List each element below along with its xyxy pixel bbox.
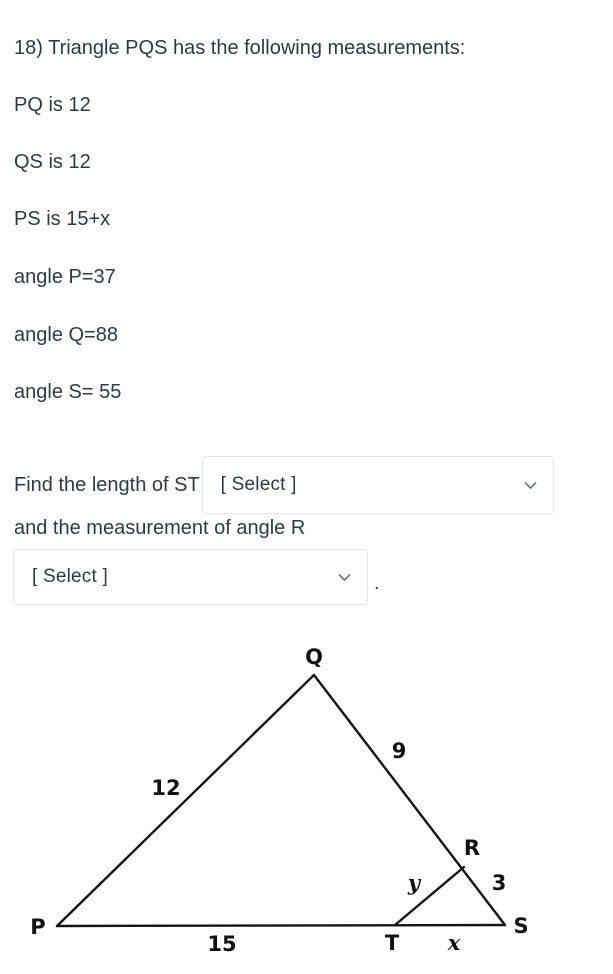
edge-ps	[55, 923, 507, 928]
select-st-dropdown[interactable]: [ Select ]	[201, 456, 554, 514]
select-angle-r-value: [ Select ]	[32, 566, 108, 587]
segment-label-12: 12	[151, 776, 180, 800]
figure-segment-labels: 12 9 3 15 y x	[151, 739, 506, 956]
question-line-1: 18) Triangle PQS has the following measu…	[14, 37, 466, 59]
chevron-down-icon	[336, 569, 353, 586]
segment-label-3: 3	[492, 871, 507, 895]
prompt-st-label: Find the length of ST	[14, 474, 200, 496]
select-angle-r-dropdown[interactable]: [ Select ]	[13, 549, 368, 605]
segment-label-y: y	[407, 870, 422, 895]
vertex-label-p: P	[30, 915, 45, 939]
vertex-label-t: T	[385, 931, 400, 955]
question-line-angle-q: angle Q=88	[14, 324, 118, 346]
vertex-label-r: R	[464, 836, 480, 860]
segment-label-9: 9	[392, 739, 407, 763]
segment-label-x: x	[447, 930, 461, 955]
chevron-down-icon	[522, 477, 539, 494]
question-line-qs: QS is 12	[14, 151, 91, 173]
edge-tr	[393, 865, 466, 927]
question-line-pq: PQ is 12	[14, 94, 91, 116]
question-line-ps: PS is 15+x	[14, 208, 111, 230]
segment-label-15: 15	[207, 932, 236, 956]
question-line-angle-s: angle S= 55	[14, 381, 122, 403]
vertex-label-q: Q	[305, 645, 323, 669]
trailing-period: .	[374, 572, 380, 594]
vertex-label-s: S	[513, 914, 528, 938]
select-st-value: [ Select ]	[220, 474, 297, 495]
prompt-st-row: Find the length of ST [ Select ]	[0, 456, 568, 514]
prompt-angle-r-label: and the measurement of angle R	[14, 517, 306, 539]
figure-edges	[55, 673, 507, 928]
edge-pq	[55, 673, 316, 928]
geometry-figure: P Q S R T 12 9 3 15 y x	[0, 630, 613, 974]
question-line-angle-p: angle P=37	[14, 266, 116, 288]
angle-r-row: [ Select ] .	[13, 549, 380, 605]
figure-vertex-labels: P Q S R T	[30, 645, 528, 955]
